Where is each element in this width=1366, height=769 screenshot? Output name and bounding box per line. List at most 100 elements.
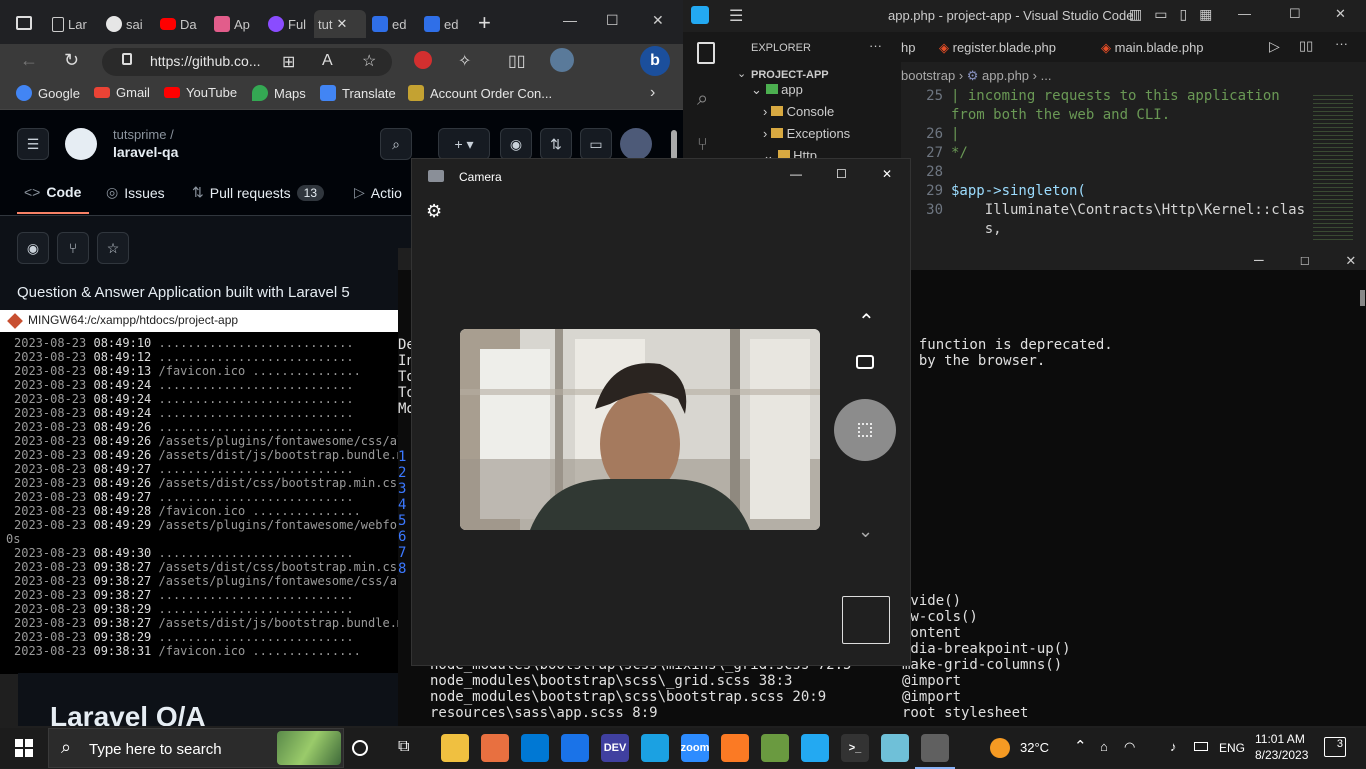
close-icon[interactable]: ✕	[1335, 6, 1346, 22]
browser-tab-2[interactable]: sai	[106, 10, 156, 38]
create-new-button[interactable]: + ▾	[438, 128, 490, 160]
user-avatar[interactable]	[620, 128, 652, 160]
close-tab-icon[interactable]: ✕	[336, 16, 347, 32]
new-tab-icon[interactable]: +	[478, 10, 491, 36]
taskbar-search[interactable]: ⌕ Type here to search	[48, 728, 344, 768]
minimize-icon[interactable]: —	[1238, 6, 1251, 21]
devcpp-icon[interactable]: DEV	[601, 734, 629, 762]
mail-icon[interactable]	[561, 734, 589, 762]
xampp-icon[interactable]	[721, 734, 749, 762]
store-icon[interactable]	[521, 734, 549, 762]
chevron-right-icon[interactable]: ›	[650, 84, 655, 102]
source-control-icon[interactable]: ⑂	[697, 134, 708, 155]
more-actions-icon[interactable]: ···	[869, 38, 882, 53]
github-logo-icon[interactable]	[65, 128, 97, 160]
browser-tab-active[interactable]: tut ✕	[314, 10, 366, 38]
maximize-icon[interactable]: ☐	[606, 12, 619, 29]
browser-tab-8[interactable]: ed	[424, 10, 468, 38]
fork-icon[interactable]: ⑂	[57, 232, 89, 264]
language[interactable]: ENG	[1219, 741, 1245, 755]
tab-actions-icon[interactable]	[16, 16, 32, 30]
paint-icon[interactable]	[481, 734, 509, 762]
task-view-icon[interactable]: ⧉	[398, 738, 409, 756]
tree-item-exceptions[interactable]: › Exceptions	[763, 126, 850, 141]
split-screen-icon[interactable]: ▯▯	[508, 51, 526, 71]
layout-icons[interactable]: ▥▭▯▦	[1129, 6, 1224, 23]
read-aloud-icon[interactable]: A	[322, 52, 333, 70]
search-icon[interactable]: ⌕	[697, 88, 708, 111]
show-hidden-icons-icon[interactable]: ⌃	[1074, 737, 1087, 755]
fav-youtube[interactable]: YouTube	[164, 85, 237, 100]
menu-icon[interactable]: ☰	[17, 128, 49, 160]
sourcetree-icon[interactable]	[761, 734, 789, 762]
browser-tab-4[interactable]: Ap	[214, 10, 264, 38]
explorer-icon[interactable]	[697, 42, 715, 64]
adblock-icon[interactable]	[414, 51, 432, 69]
tree-item-console[interactable]: › Console	[763, 104, 834, 119]
profile-avatar[interactable]	[550, 48, 574, 72]
close-icon[interactable]: ✕	[882, 167, 892, 181]
breadcrumb-file[interactable]: app.php	[982, 68, 1029, 83]
back-icon[interactable]: ←	[20, 50, 38, 71]
issues-icon[interactable]: ◉	[500, 128, 532, 160]
refresh-icon[interactable]: ↻	[64, 50, 79, 71]
browser-tab-1[interactable]: Lar	[52, 10, 102, 38]
maximize-icon[interactable]: ☐	[836, 167, 847, 181]
clock-date[interactable]: 8/23/2023	[1255, 748, 1308, 762]
fav-account-order[interactable]: Account Order Con...	[408, 85, 552, 101]
fav-maps[interactable]: Maps	[252, 85, 306, 101]
fav-translate[interactable]: Translate	[320, 85, 396, 101]
weather-icon[interactable]	[990, 738, 1010, 758]
project-title[interactable]: PROJECT-APP	[751, 69, 829, 81]
extensions-icon[interactable]: ✧	[458, 51, 471, 71]
pull-requests-icon[interactable]: ⇅	[540, 128, 572, 160]
temperature[interactable]: 32°C	[1020, 740, 1049, 755]
camera-icon[interactable]	[915, 734, 955, 769]
notepad-icon[interactable]	[881, 734, 909, 762]
browser-tab-3[interactable]: Da	[160, 10, 210, 38]
editor-tab[interactable]: hp	[901, 40, 915, 55]
vscode-icon[interactable]	[801, 734, 829, 762]
network-icon[interactable]: ⌂	[1100, 739, 1108, 754]
fav-gmail[interactable]: Gmail	[94, 85, 150, 100]
start-windows-icon[interactable]	[15, 739, 33, 757]
tab-issues[interactable]: ◎ Issues	[106, 184, 165, 201]
url-field[interactable]: https://github.co...	[102, 48, 392, 76]
star-icon[interactable]: ☆	[97, 232, 129, 264]
scrollbar[interactable]	[671, 130, 677, 160]
minimize-icon[interactable]: —	[790, 167, 802, 181]
file-explorer-icon[interactable]	[441, 734, 469, 762]
menu-icon[interactable]: ☰	[729, 6, 743, 26]
repo-owner[interactable]: tutsprime /	[113, 127, 174, 142]
maximize-icon[interactable]: ☐	[1289, 6, 1301, 22]
editor-tab-register[interactable]: ◈ register.blade.php	[939, 40, 1056, 56]
terminal-icon[interactable]: >_	[841, 734, 869, 762]
cortana-icon[interactable]	[352, 740, 368, 756]
repo-name[interactable]: laravel-qa	[113, 144, 178, 160]
battery-icon[interactable]	[1194, 742, 1208, 751]
wifi-icon[interactable]: ◠	[1124, 739, 1135, 755]
browser-tab-5[interactable]: Ful	[268, 10, 316, 38]
browser-tab-7[interactable]: ed	[372, 10, 416, 38]
zoom-icon[interactable]: zoom	[681, 734, 709, 762]
tab-actions[interactable]: ▷ Actio	[354, 184, 402, 201]
favorite-star-icon[interactable]: ☆	[362, 51, 376, 71]
tab-code[interactable]: <> Code	[24, 184, 81, 200]
bing-chat-icon[interactable]: b	[640, 46, 670, 76]
more-actions-icon[interactable]: ···	[1335, 36, 1348, 51]
inbox-icon[interactable]: ▭	[580, 128, 612, 160]
tab-pull-requests[interactable]: ⇅ Pull requests 13	[192, 184, 325, 201]
chevron-up-icon[interactable]: ⌃	[858, 309, 875, 334]
minimap[interactable]	[1313, 92, 1353, 242]
volume-icon[interactable]: ♪	[1170, 739, 1177, 754]
chevron-down-icon[interactable]: ⌄	[858, 521, 873, 542]
clock-time[interactable]: 11:01 AM	[1255, 732, 1305, 746]
photo-mode-icon[interactable]	[856, 355, 874, 369]
edge-icon[interactable]	[641, 734, 669, 762]
breadcrumb-folder[interactable]: bootstrap	[901, 68, 955, 83]
search-icon[interactable]: ⌕	[380, 128, 412, 160]
tree-item-app[interactable]: ⌄ app	[751, 82, 803, 98]
watch-icon[interactable]: ◉	[17, 232, 49, 264]
fav-google[interactable]: Google	[16, 85, 80, 101]
qr-scan-button[interactable]	[834, 399, 896, 461]
